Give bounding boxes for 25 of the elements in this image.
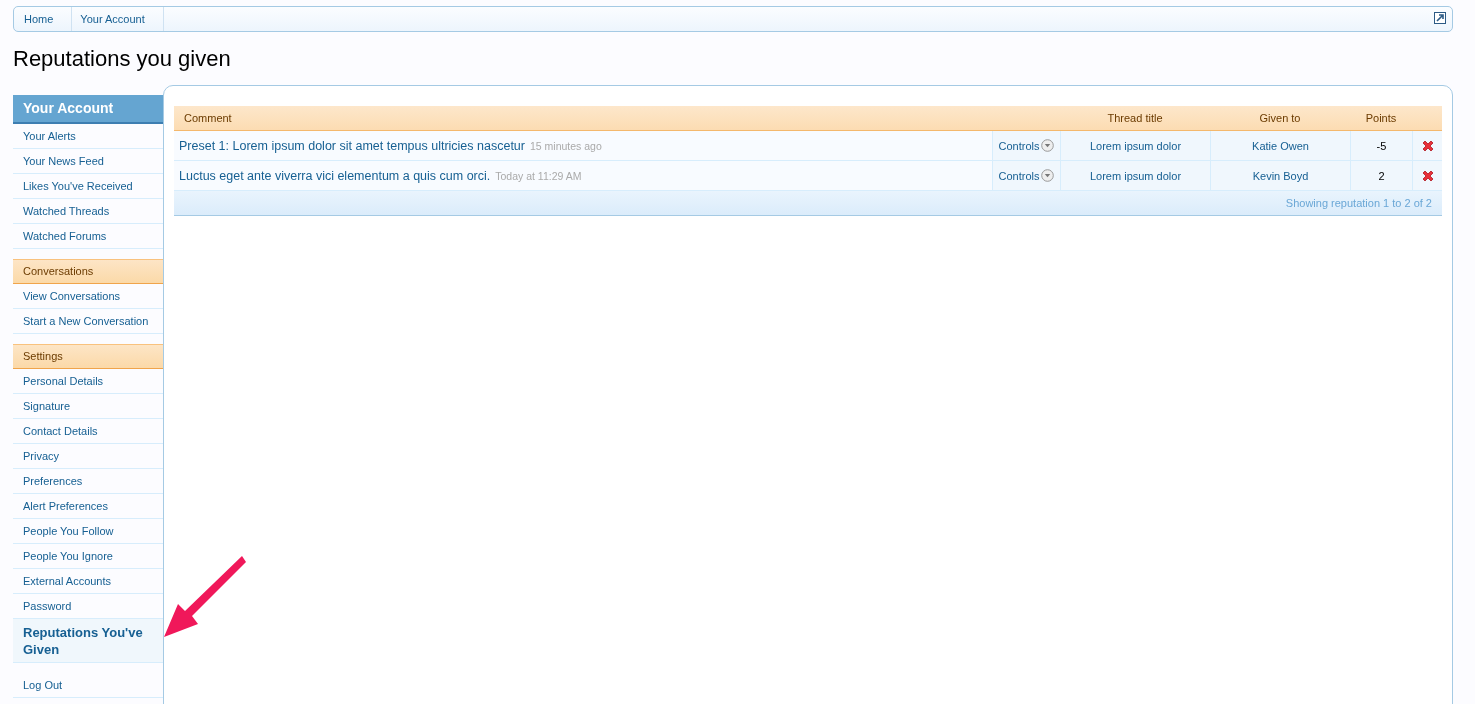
column-header: Thread title bbox=[1106, 112, 1164, 124]
section-heading: Conversations bbox=[13, 259, 163, 284]
dropdown-icon bbox=[1041, 139, 1055, 152]
sidebar-link[interactable]: Reputations You've Given bbox=[13, 619, 163, 663]
user-link[interactable]: Kevin Boyd bbox=[1252, 169, 1309, 182]
pagination-summary: Showing reputation 1 to 2 of 2 bbox=[1285, 197, 1432, 209]
delete-icon[interactable] bbox=[1420, 138, 1435, 153]
delete-icon[interactable] bbox=[1420, 168, 1435, 183]
page-title: Reputations you given bbox=[13, 45, 232, 73]
sidebar-heading: Your Account bbox=[13, 95, 163, 124]
timestamp: 15 minutes ago bbox=[530, 139, 602, 152]
section-heading: Settings bbox=[13, 344, 163, 369]
column-header: Given to bbox=[1258, 112, 1302, 124]
comment-link[interactable]: Preset 1: Lorem ipsum dolor sit amet tempus ultricies nascetur bbox=[179, 138, 525, 153]
column-header: Points bbox=[1364, 112, 1398, 124]
user-link[interactable]: Katie Owen bbox=[1252, 139, 1309, 152]
comment-link[interactable]: Luctus eget ante viverra vici elementum a quis cum orci. bbox=[179, 168, 491, 183]
points-value: -5 bbox=[1376, 139, 1387, 152]
points-value: 2 bbox=[1378, 169, 1385, 182]
popout-icon[interactable] bbox=[1434, 12, 1446, 24]
dropdown-icon bbox=[1041, 169, 1055, 182]
timestamp: Today at 11:29 AM bbox=[495, 169, 582, 182]
breadcrumb-link[interactable]: Home bbox=[14, 7, 73, 31]
column-header: Comment bbox=[183, 112, 233, 124]
breadcrumb-link[interactable]: Your Account bbox=[72, 7, 164, 31]
